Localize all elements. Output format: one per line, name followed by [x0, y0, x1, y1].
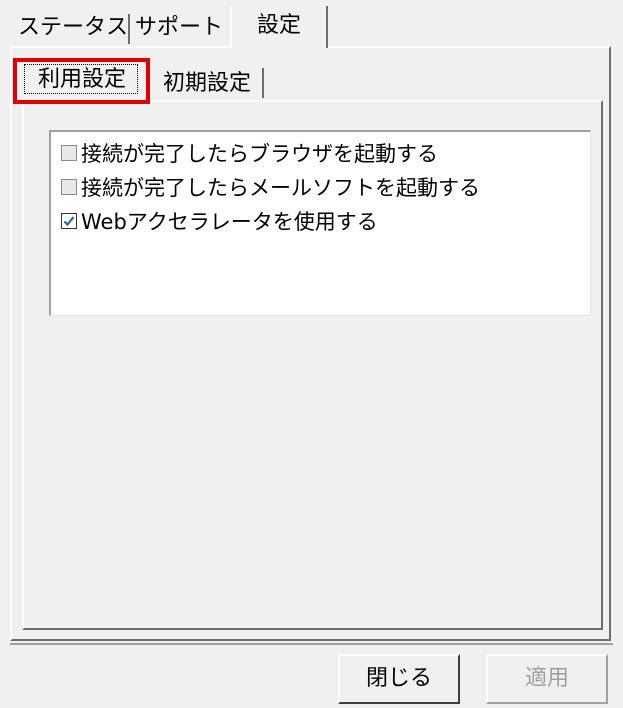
tab-initial-settings[interactable]: 初期設定 [152, 66, 262, 102]
tab-settings[interactable]: 設定 [230, 6, 328, 48]
option-launch-mail[interactable]: 接続が完了したらメールソフトを起動する [61, 170, 480, 204]
apply-button[interactable]: 適用 [486, 654, 608, 704]
divider [10, 643, 613, 645]
option-label: 接続が完了したらメールソフトを起動する [81, 176, 480, 200]
checkbox-checked[interactable] [61, 213, 77, 229]
option-label: 接続が完了したらブラウザを起動する [81, 142, 438, 166]
tab-status[interactable]: ステータス [18, 10, 128, 46]
option-web-accelerator[interactable]: Webアクセラレータを使用する [61, 204, 378, 238]
tab-usage-settings[interactable]: 利用設定 [20, 62, 144, 100]
tab-usage-settings-label: 利用設定 [37, 67, 126, 92]
checkmark-icon [63, 216, 75, 227]
settings-window: ステータス サポート 設定 利用設定 初期設定 接続が完了したらブラウザを起動す… [0, 0, 623, 708]
checkbox-unchecked[interactable] [61, 179, 77, 195]
option-launch-browser[interactable]: 接続が完了したらブラウザを起動する [61, 136, 438, 170]
tab-divider [262, 68, 264, 98]
close-button[interactable]: 閉じる [338, 654, 460, 704]
checkbox-unchecked[interactable] [61, 145, 77, 161]
option-label: Webアクセラレータを使用する [81, 210, 378, 234]
tab-support[interactable]: サポート [128, 10, 230, 46]
options-checklist: 接続が完了したらブラウザを起動する 接続が完了したらメールソフトを起動する We… [49, 130, 591, 316]
